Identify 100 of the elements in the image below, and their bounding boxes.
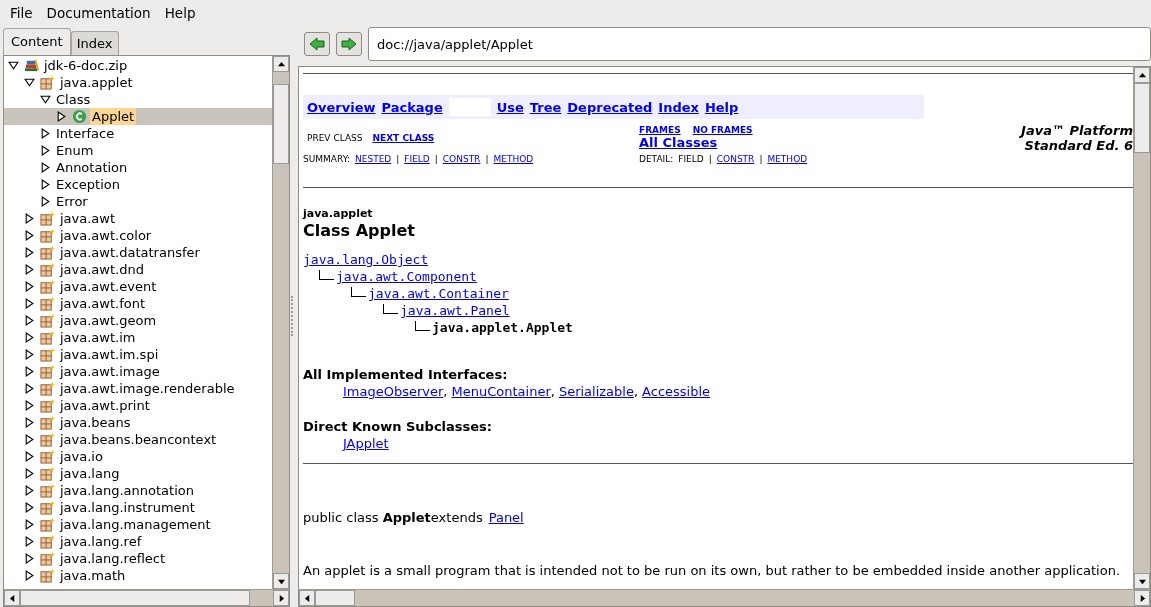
scroll-up-button[interactable] xyxy=(273,56,289,72)
summary-link[interactable]: NESTED xyxy=(355,154,392,164)
tree-row[interactable]: java.awt xyxy=(4,210,272,227)
tree-row[interactable]: java.io xyxy=(4,448,272,465)
expander-icon[interactable] xyxy=(24,264,35,275)
tree-row[interactable]: java.math xyxy=(4,567,272,584)
tree-row[interactable]: Error xyxy=(4,193,272,210)
scroll-thumb[interactable] xyxy=(1134,83,1150,153)
expander-icon[interactable] xyxy=(24,434,35,445)
expander-icon[interactable] xyxy=(40,179,51,190)
tree-row[interactable]: java.lang.instrument xyxy=(4,499,272,516)
expander-icon[interactable] xyxy=(24,570,35,581)
tree-row[interactable]: Annotation xyxy=(4,159,272,176)
scroll-down-button[interactable] xyxy=(1134,573,1150,589)
frames-link[interactable]: NO FRAMES xyxy=(692,125,753,135)
scroll-left-button[interactable] xyxy=(299,590,315,606)
tree-row[interactable]: Exception xyxy=(4,176,272,193)
tree-row[interactable]: java.applet xyxy=(4,74,272,91)
tree-row[interactable]: java.awt.geom xyxy=(4,312,272,329)
horizontal-scrollbar[interactable] xyxy=(299,589,1150,606)
tree-row[interactable]: java.awt.im.spi xyxy=(4,346,272,363)
summary-link[interactable]: CONSTR xyxy=(442,154,481,164)
nav-link[interactable]: Index xyxy=(658,99,699,115)
vertical-scrollbar[interactable] xyxy=(272,56,289,589)
tree-row[interactable]: java.awt.datatransfer xyxy=(4,244,272,261)
tree-row[interactable]: java.awt.image.renderable xyxy=(4,380,272,397)
scroll-right-button[interactable] xyxy=(1134,590,1150,606)
vertical-scrollbar[interactable] xyxy=(1133,67,1150,589)
expander-icon[interactable] xyxy=(40,162,51,173)
tree-row[interactable]: java.awt.event xyxy=(4,278,272,295)
expander-icon[interactable] xyxy=(24,485,35,496)
interface-link[interactable]: Accessible xyxy=(642,384,711,399)
expander-icon[interactable] xyxy=(24,468,35,479)
scroll-down-button[interactable] xyxy=(273,573,289,589)
splitter-handle[interactable] xyxy=(291,296,296,336)
tab[interactable]: Index xyxy=(70,31,119,55)
summary-link[interactable]: METHOD xyxy=(493,154,534,164)
frames-link[interactable]: FRAMES xyxy=(639,125,681,135)
interface-link[interactable]: MenuContainer xyxy=(451,384,551,399)
expander-icon[interactable] xyxy=(24,349,35,360)
scroll-up-button[interactable] xyxy=(1134,67,1150,83)
tree-row[interactable]: java.awt.im xyxy=(4,329,272,346)
expander-icon[interactable] xyxy=(40,94,51,105)
scroll-thumb[interactable] xyxy=(315,590,355,606)
scroll-thumb[interactable] xyxy=(20,590,250,606)
tree-row[interactable]: java.awt.color xyxy=(4,227,272,244)
expander-icon[interactable] xyxy=(24,451,35,462)
tree-row[interactable]: Interface xyxy=(4,125,272,142)
menu-item[interactable]: File xyxy=(3,4,40,21)
summary-link[interactable]: FIELD xyxy=(404,154,430,164)
expander-icon[interactable] xyxy=(8,60,19,71)
menu-item[interactable]: Help xyxy=(157,4,203,21)
back-button[interactable] xyxy=(304,32,330,56)
class-link[interactable]: java.awt.Component xyxy=(336,269,477,284)
expander-icon[interactable] xyxy=(24,519,35,530)
scroll-left-button[interactable] xyxy=(4,590,20,606)
expander-icon[interactable] xyxy=(24,77,35,88)
tree-row[interactable]: java.awt.dnd xyxy=(4,261,272,278)
class-link[interactable]: java.awt.Container xyxy=(368,286,509,301)
tree-row[interactable]: Applet xyxy=(4,108,272,125)
expander-icon[interactable] xyxy=(24,502,35,513)
tree-row[interactable]: java.lang.annotation xyxy=(4,482,272,499)
expander-icon[interactable] xyxy=(24,536,35,547)
superclass-link[interactable]: Panel xyxy=(488,510,524,525)
tree-row[interactable]: java.beans.beancontext xyxy=(4,431,272,448)
tab[interactable]: Content xyxy=(3,28,71,55)
expander-icon[interactable] xyxy=(24,400,35,411)
tree-row[interactable]: Enum xyxy=(4,142,272,159)
class-link[interactable]: java.lang.Object xyxy=(303,252,429,267)
expander-icon[interactable] xyxy=(40,128,51,139)
interface-link[interactable]: Serializable xyxy=(558,384,634,399)
nav-link[interactable]: Deprecated xyxy=(567,99,653,115)
expander-icon[interactable] xyxy=(24,213,35,224)
expander-icon[interactable] xyxy=(24,281,35,292)
detail-link[interactable]: METHOD xyxy=(767,154,808,164)
expander-icon[interactable] xyxy=(40,145,51,156)
address-field[interactable]: doc://java/applet/Applet xyxy=(368,27,1151,61)
nav-link[interactable]: Tree xyxy=(529,99,562,115)
tree-row[interactable]: java.lang.reflect xyxy=(4,550,272,567)
tree-row[interactable]: java.lang xyxy=(4,465,272,482)
tree-row[interactable]: java.lang.ref xyxy=(4,533,272,550)
nav-link[interactable]: Help xyxy=(704,99,739,115)
expander-icon[interactable] xyxy=(24,247,35,258)
all-classes-link[interactable]: All Classes xyxy=(639,135,924,150)
nav-link[interactable]: Overview xyxy=(307,99,376,115)
subclass-link[interactable]: JApplet xyxy=(343,436,389,451)
forward-button[interactable] xyxy=(336,32,362,56)
tree-row[interactable]: java.awt.font xyxy=(4,295,272,312)
detail-link[interactable]: CONSTR xyxy=(716,154,755,164)
expander-icon[interactable] xyxy=(56,111,67,122)
tree-row[interactable]: jdk-6-doc.zip xyxy=(4,57,272,74)
expander-icon[interactable] xyxy=(24,315,35,326)
tree-row[interactable]: java.lang.management xyxy=(4,516,272,533)
expander-icon[interactable] xyxy=(24,553,35,564)
interface-link[interactable]: ImageObserver xyxy=(343,384,444,399)
scroll-thumb[interactable] xyxy=(273,84,289,164)
tree-row[interactable]: java.awt.print xyxy=(4,397,272,414)
menu-item[interactable]: Documentation xyxy=(39,4,158,21)
horizontal-scrollbar[interactable] xyxy=(4,589,289,606)
expander-icon[interactable] xyxy=(24,383,35,394)
